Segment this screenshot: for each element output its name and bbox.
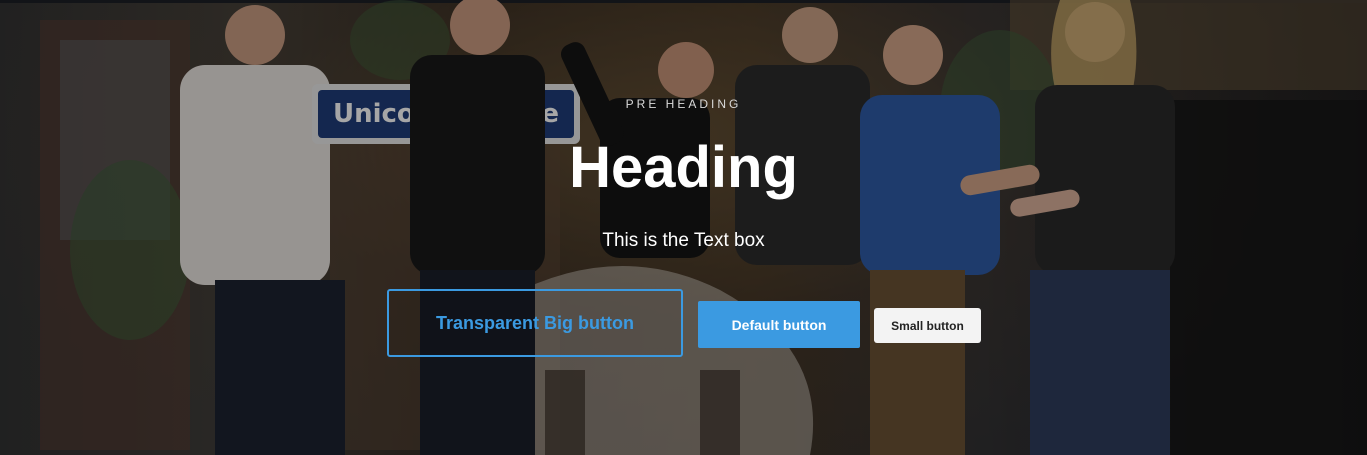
text-box: This is the Text box [602, 230, 765, 251]
pre-heading: PRE HEADING [625, 97, 742, 111]
heading: Heading [569, 135, 798, 200]
small-button[interactable]: Small button [874, 308, 981, 343]
default-button[interactable]: Default button [698, 301, 860, 348]
hero-section: Unicorn Square PRE [0, 0, 1367, 455]
transparent-big-button[interactable]: Transparent Big button [387, 289, 683, 357]
hero-content: PRE HEADING Heading This is the Text box… [0, 0, 1367, 455]
